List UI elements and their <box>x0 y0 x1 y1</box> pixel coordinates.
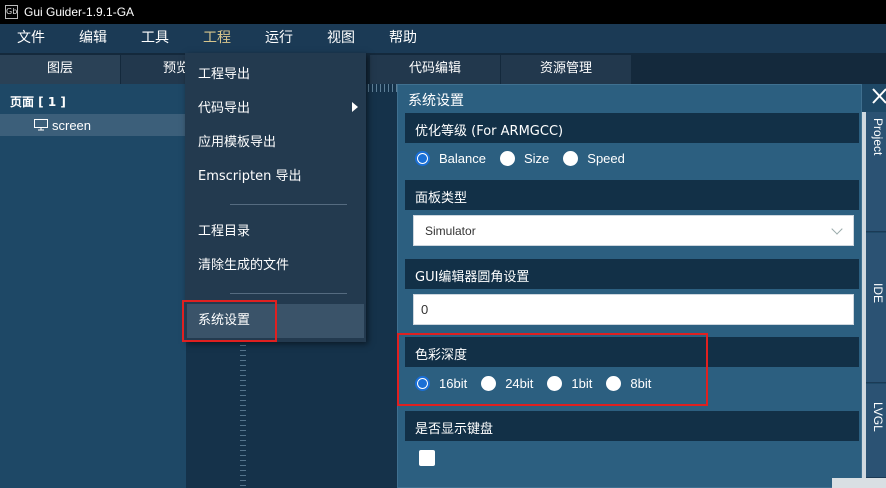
menu-item-export-template[interactable]: 应用模板导出 <box>198 131 276 155</box>
section-label: GUI编辑器圆角设置 <box>415 270 530 285</box>
window-title: Gui Guider-1.9.1-GA <box>24 5 135 19</box>
corner-radius-input[interactable]: 0 <box>413 294 854 325</box>
tab-code-edit[interactable]: 代码编辑 <box>370 55 500 84</box>
ruler-left <box>240 340 246 488</box>
menu-item-project-dir[interactable]: 工程目录 <box>198 220 250 244</box>
radio-balance[interactable] <box>415 150 430 166</box>
vtab-lvgl[interactable]: LVGL <box>866 384 886 478</box>
chevron-down-icon <box>831 223 843 235</box>
screen-label: screen <box>52 118 92 133</box>
vtab-label: Project <box>871 118 885 156</box>
highlight-box-color-depth <box>397 333 708 406</box>
highlight-box-system-settings <box>182 300 277 342</box>
monitor-icon <box>34 119 48 131</box>
system-settings-dialog: 系统设置 优化等级 (For ARMGCC) Balance Size Spee… <box>397 84 862 488</box>
menu-tools[interactable]: 工具 <box>141 24 169 53</box>
ruler-top <box>368 84 398 92</box>
project-menu-dropdown: 工程导出 代码导出 应用模板导出 Emscripten 导出 工程目录 清除生成… <box>185 53 366 342</box>
vtab-label: LVGL <box>871 402 885 432</box>
vtab-project[interactable]: Project <box>866 112 886 232</box>
radio-label: Balance <box>439 150 486 166</box>
section-label: 是否显示键盘 <box>415 422 494 437</box>
tab-layers[interactable]: 图层 <box>0 55 120 84</box>
menu-project[interactable]: 工程 <box>203 24 231 53</box>
menu-run[interactable]: 运行 <box>265 24 293 53</box>
menu-item-clean-generated[interactable]: 清除生成的文件 <box>198 254 289 278</box>
menu-bar: 文件 编辑 工具 工程 运行 视图 帮助 <box>0 24 886 53</box>
select-value: Simulator <box>425 224 476 238</box>
section-panel-type: 面板类型 <box>405 180 859 210</box>
tab-resource-manager[interactable]: 资源管理 <box>501 55 631 84</box>
radio-speed[interactable] <box>563 150 579 166</box>
submenu-arrow-icon <box>352 102 358 112</box>
menu-separator <box>230 204 347 205</box>
menu-item-export-project[interactable]: 工程导出 <box>198 63 250 87</box>
section-label: 面板类型 <box>415 191 468 206</box>
panel-type-select[interactable]: Simulator <box>413 215 854 246</box>
page-heading: 页面 [ 1 ] <box>10 95 66 109</box>
menu-help[interactable]: 帮助 <box>389 24 417 53</box>
section-keyboard: 是否显示键盘 <box>405 411 859 441</box>
menu-item-export-emscripten[interactable]: Emscripten 导出 <box>198 165 301 189</box>
menu-separator <box>230 293 347 294</box>
canvas-preview-thumb <box>832 478 886 488</box>
section-corner-radius: GUI编辑器圆角设置 <box>405 259 859 289</box>
menu-file[interactable]: 文件 <box>17 24 45 53</box>
input-value: 0 <box>421 302 429 317</box>
radio-label: Speed <box>587 150 625 166</box>
close-icon[interactable] <box>871 86 886 106</box>
section-label: 优化等级 (For ARMGCC) <box>415 124 564 139</box>
dialog-title: 系统设置 <box>408 93 464 109</box>
vtab-ide[interactable]: IDE <box>866 233 886 383</box>
layer-item-screen[interactable]: screen <box>0 114 186 136</box>
section-optimization: 优化等级 (For ARMGCC) <box>405 113 859 143</box>
menu-item-export-code[interactable]: 代码导出 <box>198 97 250 121</box>
vtab-label: IDE <box>871 283 885 304</box>
radio-label: Size <box>523 150 550 166</box>
title-bar: Gb Gui Guider-1.9.1-GA <box>0 0 886 24</box>
optimization-radio-group: Balance Size Speed <box>415 148 639 168</box>
radio-size[interactable] <box>499 150 515 166</box>
tab-bar: 图层 预览 代码编辑 资源管理 <box>0 53 886 84</box>
menu-view[interactable]: 视图 <box>327 24 355 53</box>
layer-panel: 页面 [ 1 ] screen <box>0 84 186 488</box>
show-keyboard-checkbox[interactable] <box>419 450 435 466</box>
menu-edit[interactable]: 编辑 <box>79 24 107 53</box>
app-icon: Gb <box>5 5 18 19</box>
